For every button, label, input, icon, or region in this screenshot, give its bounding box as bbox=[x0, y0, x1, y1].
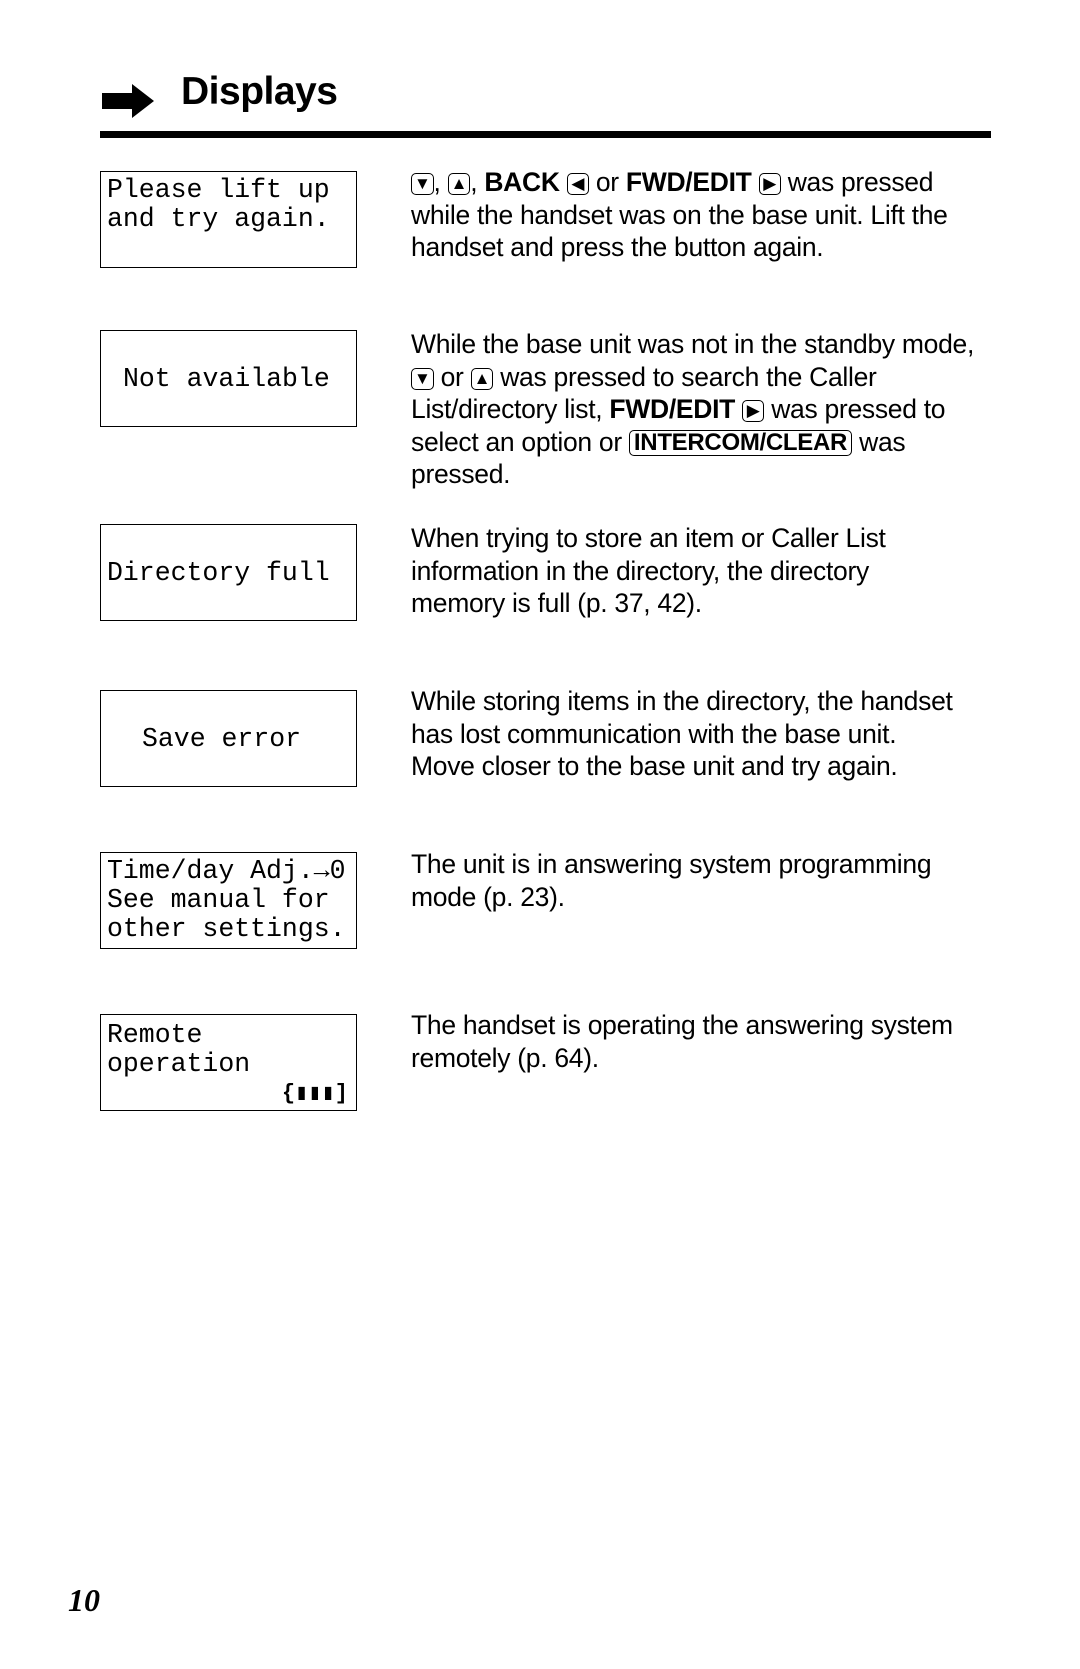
left-key-icon: ◀ bbox=[566, 173, 589, 195]
right-arrow-icon bbox=[102, 84, 154, 118]
lcd-line: Remote bbox=[107, 1020, 203, 1050]
text-line: When trying to store an item or Caller L… bbox=[411, 523, 886, 553]
title-rule bbox=[100, 131, 991, 138]
lcd-line: operation bbox=[107, 1049, 251, 1079]
down-key-icon: ▼ bbox=[411, 173, 434, 195]
text-line: pressed. bbox=[411, 459, 511, 489]
description-please-lift-up: ▼, ▲, BACK ◀ or FWD/EDIT ▶ was pressed w… bbox=[411, 166, 1001, 264]
text-line: Move closer to the base unit and try aga… bbox=[411, 751, 898, 781]
fwd-edit-label: FWD/EDIT bbox=[609, 394, 736, 424]
lcd-display-please-lift-up: Please lift up and try again. bbox=[100, 171, 357, 268]
lcd-display-directory-full: Directory full bbox=[100, 524, 357, 621]
lcd-line: and try again. bbox=[107, 204, 330, 234]
up-key-icon: ▲ bbox=[447, 173, 471, 195]
text-line: The handset is operating the answering s… bbox=[411, 1010, 953, 1040]
text-line: mode (p. 23). bbox=[411, 881, 565, 912]
up-key-icon: ▲ bbox=[470, 367, 494, 390]
down-key-icon: ▼ bbox=[411, 367, 434, 390]
text-line: handset and press the button again. bbox=[411, 232, 824, 262]
fwd-edit-label: FWD/EDIT bbox=[625, 167, 752, 197]
text-line: while the handset was on the base unit. … bbox=[411, 199, 948, 230]
text-line: remotely (p. 64). bbox=[411, 1042, 599, 1073]
description-remote-operation: The handset is operating the answering s… bbox=[411, 1009, 1001, 1074]
page-title: Displays bbox=[181, 70, 338, 113]
text-line: While the base unit was not in the stand… bbox=[411, 329, 975, 359]
lcd-line: Directory full bbox=[107, 558, 330, 588]
description-directory-full: When trying to store an item or Caller L… bbox=[411, 522, 1001, 620]
description-time-day-adj: The unit is in answering system programm… bbox=[411, 848, 1001, 913]
text-line: The unit is in answering system programm… bbox=[411, 849, 932, 879]
text-line: memory is full (p. 37, 42). bbox=[411, 588, 702, 618]
lcd-line: other settings. bbox=[107, 914, 346, 944]
text-line: information in the directory, the direct… bbox=[411, 555, 869, 586]
lcd-display-time-day-adj: Time/day Adj.→0 See manual for other set… bbox=[100, 852, 357, 949]
page-number: 10 bbox=[68, 1582, 100, 1618]
battery-icon: {▮▮▮] bbox=[281, 1081, 348, 1106]
text-line: has lost communication with the base uni… bbox=[411, 718, 897, 749]
lcd-line: Not available bbox=[123, 364, 330, 394]
lcd-line: Please lift up bbox=[107, 175, 330, 205]
lcd-display-remote-operation: Remote operation {▮▮▮] bbox=[100, 1014, 357, 1111]
back-label: BACK bbox=[484, 167, 560, 197]
lcd-line: Time/day Adj.→0 bbox=[107, 856, 346, 886]
lcd-line: See manual for bbox=[107, 885, 330, 915]
lcd-display-not-available: Not available bbox=[100, 330, 357, 427]
description-not-available: While the base unit was not in the stand… bbox=[411, 328, 1001, 491]
lcd-display-save-error: Save error bbox=[100, 690, 357, 787]
text-line: While storing items in the directory, th… bbox=[411, 686, 953, 716]
description-save-error: While storing items in the directory, th… bbox=[411, 685, 1001, 783]
right-key-icon: ▶ bbox=[758, 173, 781, 195]
intercom-clear-key: INTERCOM/CLEAR bbox=[628, 429, 853, 456]
right-key-icon: ▶ bbox=[742, 400, 765, 422]
lcd-line: Save error bbox=[142, 724, 302, 754]
